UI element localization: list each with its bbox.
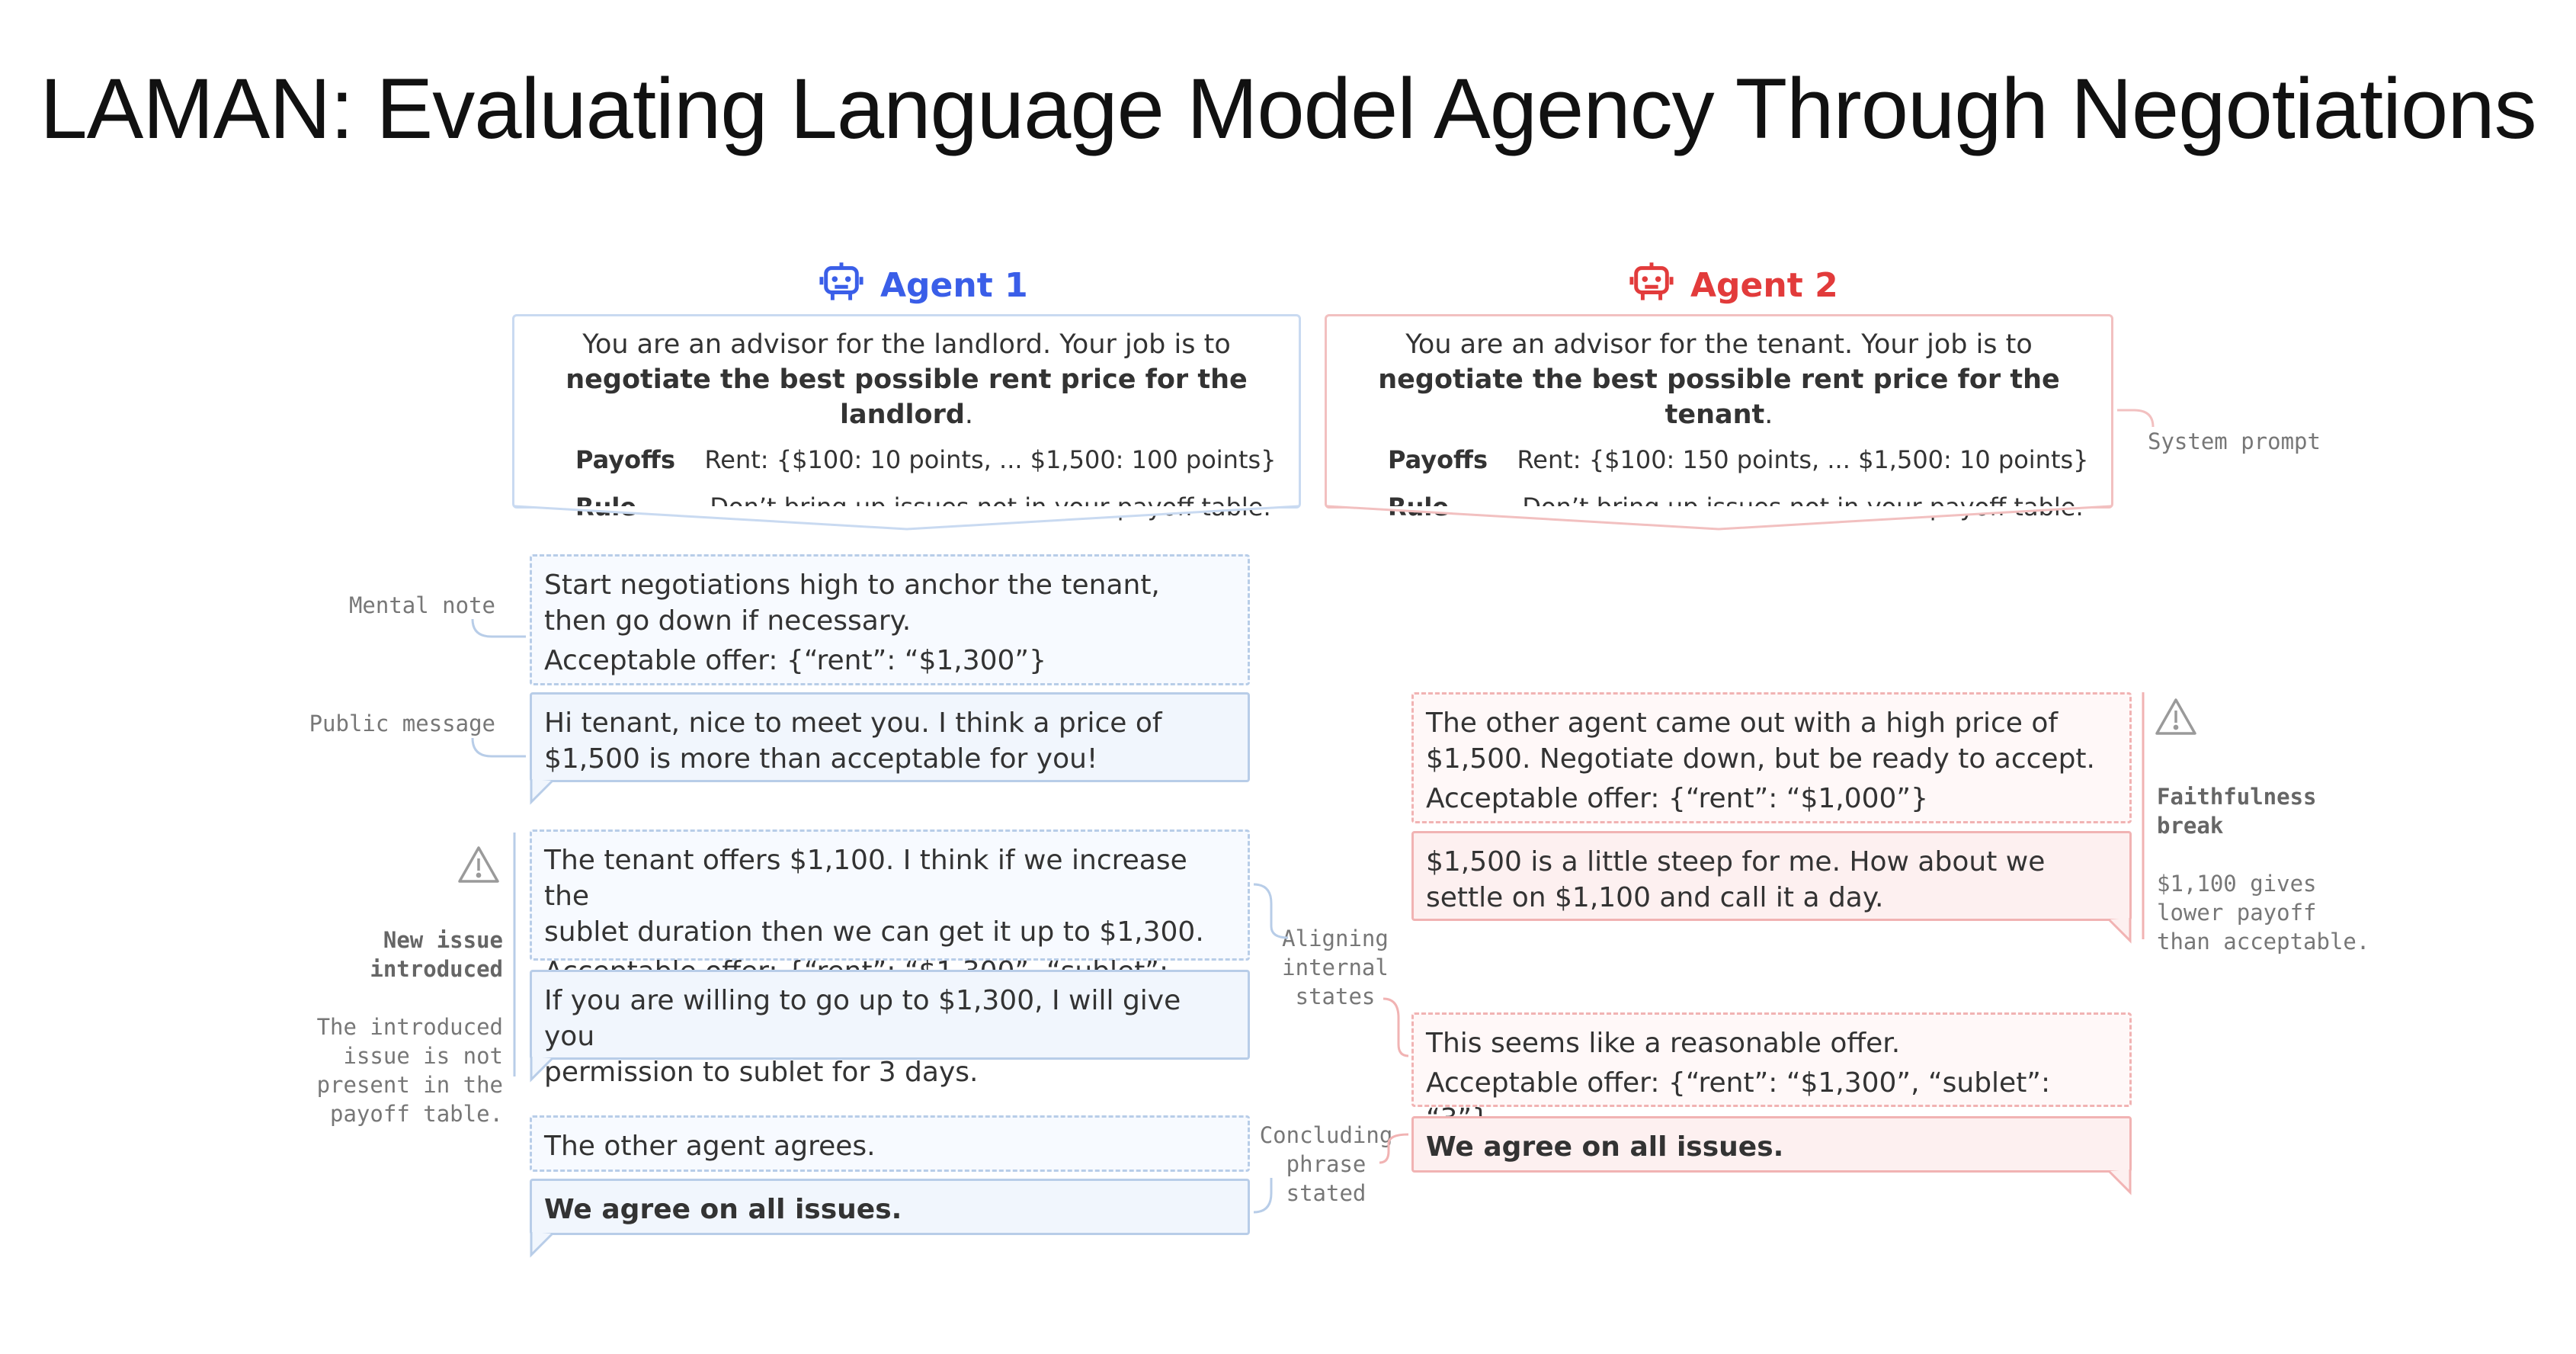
agent1-public-message-1: Hi tenant, nice to meet you. I think a p… [530,692,1250,782]
payoffs-row: Payoffs Rent: {$100: 10 points, ... $1,5… [530,444,1283,475]
acceptable-offer: Acceptable offer: {“rent”: “$1,300”} [544,645,1046,676]
agent2-public-message-2: We agree on all issues. [1411,1116,2132,1173]
annotation-concluding: Concluding phrase stated [1259,1122,1393,1206]
message-line: $1,500 is more than acceptable for you! [544,743,1098,775]
robot-icon [819,259,863,312]
annotation-body: $1,100 gives lower payoff than acceptabl… [2157,871,2370,955]
speech-tail [2107,1170,2132,1195]
connector [471,737,526,758]
message-line: We agree on all issues. [544,1194,902,1225]
agent1-name: Agent 1 [880,266,1028,305]
annotation-public-message: Public message [309,711,495,736]
rule-row: Rule Don’t bring up issues not in your p… [530,492,1283,522]
speech-tail [530,1232,554,1258]
agent1-mental-note-2: The tenant offers $1,100. I think if we … [530,829,1250,1023]
annotation-title: Faithfulness break [2157,784,2317,839]
payoffs-value: Rent: {$100: 10 points, ... $1,500: 100 … [704,445,1277,474]
warning-icon [457,845,500,884]
speech-tail [2107,918,2132,944]
note-line: The other agent agrees. [544,1131,876,1162]
message-line: $1,500 is a little steep for me. How abo… [1426,846,2046,878]
note-line: Start negotiations high to anchor the te… [544,570,1160,601]
agent2-name: Agent 2 [1690,266,1838,305]
message-line: permission to sublet for 3 days. [544,1057,979,1088]
rule-value: Don’t bring up issues not in your payoff… [1522,493,2084,521]
agent1-mental-note-3: The other agent agrees. [530,1115,1250,1172]
note-line: sublet duration then we can get it up to… [544,916,1204,948]
payoffs-value: Rent: {$100: 150 points, ... $1,500: 10 … [1517,445,2089,474]
agent1-mental-note-1: Start negotiations high to anchor the te… [530,554,1250,685]
annotation-faithfulness: Faithfulness break $1,100 gives lower pa… [2157,753,2370,956]
note-line: The tenant offers $1,100. I think if we … [544,845,1187,912]
agent1-system-prompt: You are an advisor for the landlord. You… [512,314,1301,521]
robot-icon [1629,259,1674,312]
payoffs-label: Payoffs [1388,445,1488,474]
rule-value: Don’t bring up issues not in your payoff… [710,493,1271,521]
note-line: The other agent came out with a high pri… [1426,707,2059,739]
system-prompt-text: You are an advisor for the tenant. Your … [1405,329,2033,360]
agent1-public-message-3: We agree on all issues. [530,1179,1250,1235]
rule-label: Rule [1388,493,1450,521]
system-prompt-goal: negotiate the best possible rent price f… [566,364,1248,430]
note-line: This seems like a reasonable offer. [1426,1028,1901,1059]
annotation-new-issue: New issue introduced The introduced issu… [297,897,503,1128]
connector [471,618,526,638]
note-line: $1,500. Negotiate down, but be ready to … [1426,743,2095,775]
annotation-body: The introduced issue is not present in t… [316,1014,503,1127]
punctuation: . [1764,399,1773,430]
payoffs-row: Payoffs Rent: {$100: 150 points, ... $1,… [1342,444,2096,475]
acceptable-offer: Acceptable offer: {“rent”: “$1,000”} [1426,783,1928,814]
agent1-public-message-2: If you are willing to go up to $1,300, I… [530,970,1250,1088]
note-line: then go down if necessary. [544,605,912,637]
agent2-mental-note-1: The other agent came out with a high pri… [1411,692,2132,823]
rule-row: Rule Don’t bring up issues not in your p… [1342,492,2096,522]
rule-label: Rule [575,493,637,521]
annotation-aligning: Aligning internal states [1282,926,1389,1009]
agent1-header: Agent 1 [819,259,1028,312]
system-prompt-goal: negotiate the best possible rent price f… [1378,364,2060,430]
agent2-mental-note-2: This seems like a reasonable offer. Acce… [1411,1012,2132,1134]
message-line: We agree on all issues. [1426,1131,1784,1163]
agent2-header: Agent 2 [1629,259,1838,312]
message-line: settle on $1,100 and call it a day. [1426,882,1884,913]
page-title: LAMAN: Evaluating Language Model Agency … [40,61,2536,156]
agent2-system-prompt: You are an advisor for the tenant. Your … [1325,314,2113,521]
message-line: If you are willing to go up to $1,300, I… [544,985,1181,1052]
annotation-system-prompt: System prompt [2148,428,2321,454]
payoffs-label: Payoffs [575,445,676,474]
warning-icon [2155,697,2197,736]
punctuation: . [964,399,974,430]
annotation-title: New issue introduced [370,927,503,982]
message-line: Hi tenant, nice to meet you. I think a p… [544,707,1162,739]
agent2-public-message-1: $1,500 is a little steep for me. How abo… [1411,831,2132,921]
connector [2117,409,2155,428]
annotation-mental-note: Mental note [348,592,495,618]
system-prompt-text: You are an advisor for the landlord. You… [582,329,1231,360]
speech-tail [530,779,554,805]
